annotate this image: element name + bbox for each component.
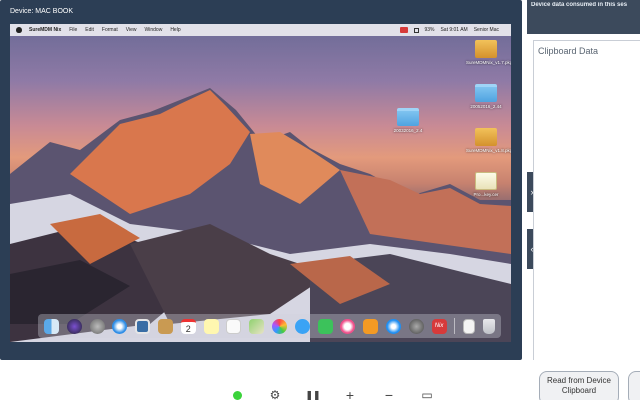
device-title: Device: MAC BOOK [10, 8, 74, 15]
desktop-item[interactable]: 20032016_2.4 [388, 108, 428, 133]
siri-icon[interactable] [66, 318, 82, 334]
trash-icon[interactable] [482, 318, 495, 334]
finder-icon[interactable] [44, 318, 59, 334]
nix-agent-icon[interactable]: Nix [431, 318, 447, 334]
wallpaper-mountains [10, 88, 511, 342]
facetime-icon[interactable] [317, 318, 333, 334]
screen-icon[interactable]: ▭ [420, 389, 434, 400]
clipboard-title: Clipboard Data [538, 46, 599, 56]
clipboard-panel[interactable]: Clipboard Data [533, 40, 640, 360]
reminders-icon[interactable] [226, 318, 242, 334]
photos-icon[interactable] [271, 318, 287, 334]
calendar-icon[interactable]: 2 [180, 318, 196, 334]
document-icon[interactable] [463, 318, 476, 334]
menu-app-name[interactable]: SureMDM Nix [29, 27, 61, 33]
apple-menu-icon[interactable] [16, 27, 22, 33]
desktop-item-label: SureMDMNix_v1.7.pkg [466, 60, 511, 65]
desktop-item-label: 20032016_2.4 [393, 128, 423, 133]
desktop-item-label: 20052016_2.44 [470, 104, 502, 109]
preview-icon[interactable] [135, 318, 151, 334]
status-green-icon [232, 390, 242, 400]
safari-icon[interactable] [112, 318, 128, 334]
zoom-in-icon[interactable]: + [343, 388, 357, 400]
desktop-item[interactable]: SureMDMNix_v1.7.pkg [466, 40, 511, 65]
messages-icon[interactable] [294, 318, 310, 334]
remote-screen[interactable]: SureMDM Nix File Edit Format View Window… [10, 24, 511, 342]
mac-dock: 2 Nix [38, 314, 501, 338]
menu-window[interactable]: Window [145, 27, 163, 33]
secondary-action-button[interactable] [628, 371, 640, 400]
read-clipboard-button[interactable]: Read from Device Clipboard [539, 371, 619, 400]
package-icon [475, 128, 497, 146]
menu-view[interactable]: View [126, 27, 137, 33]
dock-separator [454, 318, 456, 334]
menu-edit[interactable]: Edit [85, 27, 94, 33]
zoom-out-icon[interactable]: − [382, 388, 396, 400]
device-data-header: Device data consumed in this ses [527, 0, 640, 34]
battery-level[interactable]: 93% [424, 27, 434, 33]
system-preferences-icon[interactable] [408, 318, 424, 334]
device-data-title: Device data consumed in this ses [531, 2, 628, 8]
desktop-item[interactable]: SureMDMNix_v1.8.pkg [466, 128, 511, 153]
mac-menubar: SureMDM Nix File Edit Format View Window… [10, 24, 511, 36]
clock[interactable]: Sat 9:01 AM [440, 27, 467, 33]
user-name[interactable]: Senior Mac [474, 27, 499, 33]
ibooks-icon[interactable] [363, 318, 379, 334]
device-frame: Device: MAC BOOK SureMDM Nix File Edit F… [0, 0, 522, 360]
desktop-item[interactable]: 20052016_2.44 [466, 84, 506, 109]
desktop-item-label: SureMDMNix_v1.8.pkg [466, 148, 511, 153]
launchpad-icon[interactable] [89, 318, 105, 334]
notes-icon[interactable] [203, 318, 219, 334]
certificate-icon [475, 172, 497, 190]
package-icon [475, 40, 497, 58]
display-status-icon[interactable] [414, 27, 420, 33]
folder-icon [397, 108, 419, 126]
app-store-icon[interactable] [385, 318, 401, 334]
desktop-item-label: Pro...key.cer [473, 192, 499, 197]
maps-icon[interactable] [249, 318, 265, 334]
menubar-status-area: 93% Sat 9:01 AM Senior Mac [400, 27, 505, 33]
notes-book-icon[interactable] [157, 318, 173, 334]
remote-control-view: Device: MAC BOOK SureMDM Nix File Edit F… [0, 0, 640, 400]
itunes-icon[interactable] [340, 318, 356, 334]
desktop-item[interactable]: Pro...key.cer [466, 172, 506, 197]
settings-icon[interactable]: ⚙ [268, 389, 282, 400]
menu-file[interactable]: File [69, 27, 77, 33]
menu-format[interactable]: Format [102, 27, 118, 33]
nix-status-icon[interactable] [400, 27, 409, 33]
connection-status [230, 389, 244, 400]
menu-help[interactable]: Help [170, 27, 180, 33]
folder-icon [475, 84, 497, 102]
pause-icon[interactable]: ❚❚ [305, 389, 320, 400]
